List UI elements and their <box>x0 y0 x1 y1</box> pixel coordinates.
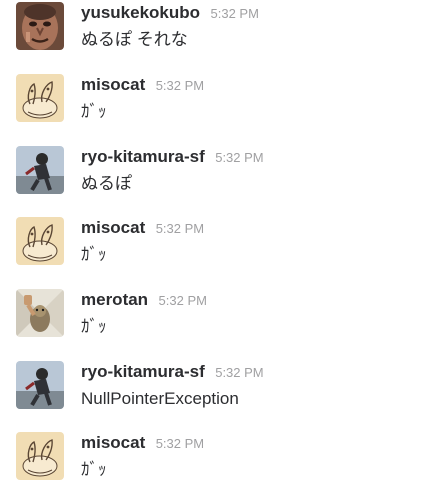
message-text: NullPointerException <box>81 389 239 408</box>
message-timestamp[interactable]: 5:32 PM <box>215 365 263 380</box>
message-timestamp[interactable]: 5:32 PM <box>156 436 204 451</box>
message-text: ぬるぽ <box>81 174 132 193</box>
message-item: misocat 5:32 PM ｶﾞｯ <box>0 74 421 134</box>
message-item: ryo-kitamura-sf 5:32 PM NullPointerExcep… <box>0 361 421 421</box>
cat-sketch-avatar[interactable] <box>16 74 64 122</box>
cat-sketch-avatar[interactable] <box>16 432 64 480</box>
message-username[interactable]: misocat <box>81 433 145 452</box>
statue-face-avatar[interactable] <box>16 2 64 50</box>
message-username[interactable]: misocat <box>81 75 145 94</box>
message-item: misocat 5:32 PM ｶﾞｯ <box>0 217 421 277</box>
dog-fist-avatar[interactable] <box>16 289 64 337</box>
message-username[interactable]: merotan <box>81 290 148 309</box>
person-photo-avatar[interactable] <box>16 146 64 194</box>
message-username[interactable]: ryo-kitamura-sf <box>81 147 205 166</box>
message-text: ｶﾞｯ <box>81 245 107 264</box>
message-item: merotan 5:32 PM ｶﾞｯ <box>0 289 421 349</box>
message-text: ぬるぽ それな <box>81 30 188 49</box>
message-username[interactable]: misocat <box>81 218 145 237</box>
message-timestamp[interactable]: 5:32 PM <box>156 78 204 93</box>
message-timestamp[interactable]: 5:32 PM <box>215 150 263 165</box>
cat-sketch-avatar[interactable] <box>16 217 64 265</box>
person-photo-avatar[interactable] <box>16 361 64 409</box>
message-text: ｶﾞｯ <box>81 460 107 479</box>
message-username[interactable]: yusukekokubo <box>81 3 200 22</box>
message-text: ｶﾞｯ <box>81 317 107 336</box>
message-timestamp[interactable]: 5:32 PM <box>156 221 204 236</box>
message-item: yusukekokubo 5:32 PM ぬるぽ それな <box>0 2 421 62</box>
message-timestamp[interactable]: 5:32 PM <box>211 6 259 21</box>
message-timestamp[interactable]: 5:32 PM <box>159 293 207 308</box>
message-item: ryo-kitamura-sf 5:32 PM ぬるぽ <box>0 146 421 206</box>
message-text: ｶﾞｯ <box>81 102 107 121</box>
message-username[interactable]: ryo-kitamura-sf <box>81 362 205 381</box>
message-item: misocat 5:32 PM ｶﾞｯ <box>0 432 421 492</box>
